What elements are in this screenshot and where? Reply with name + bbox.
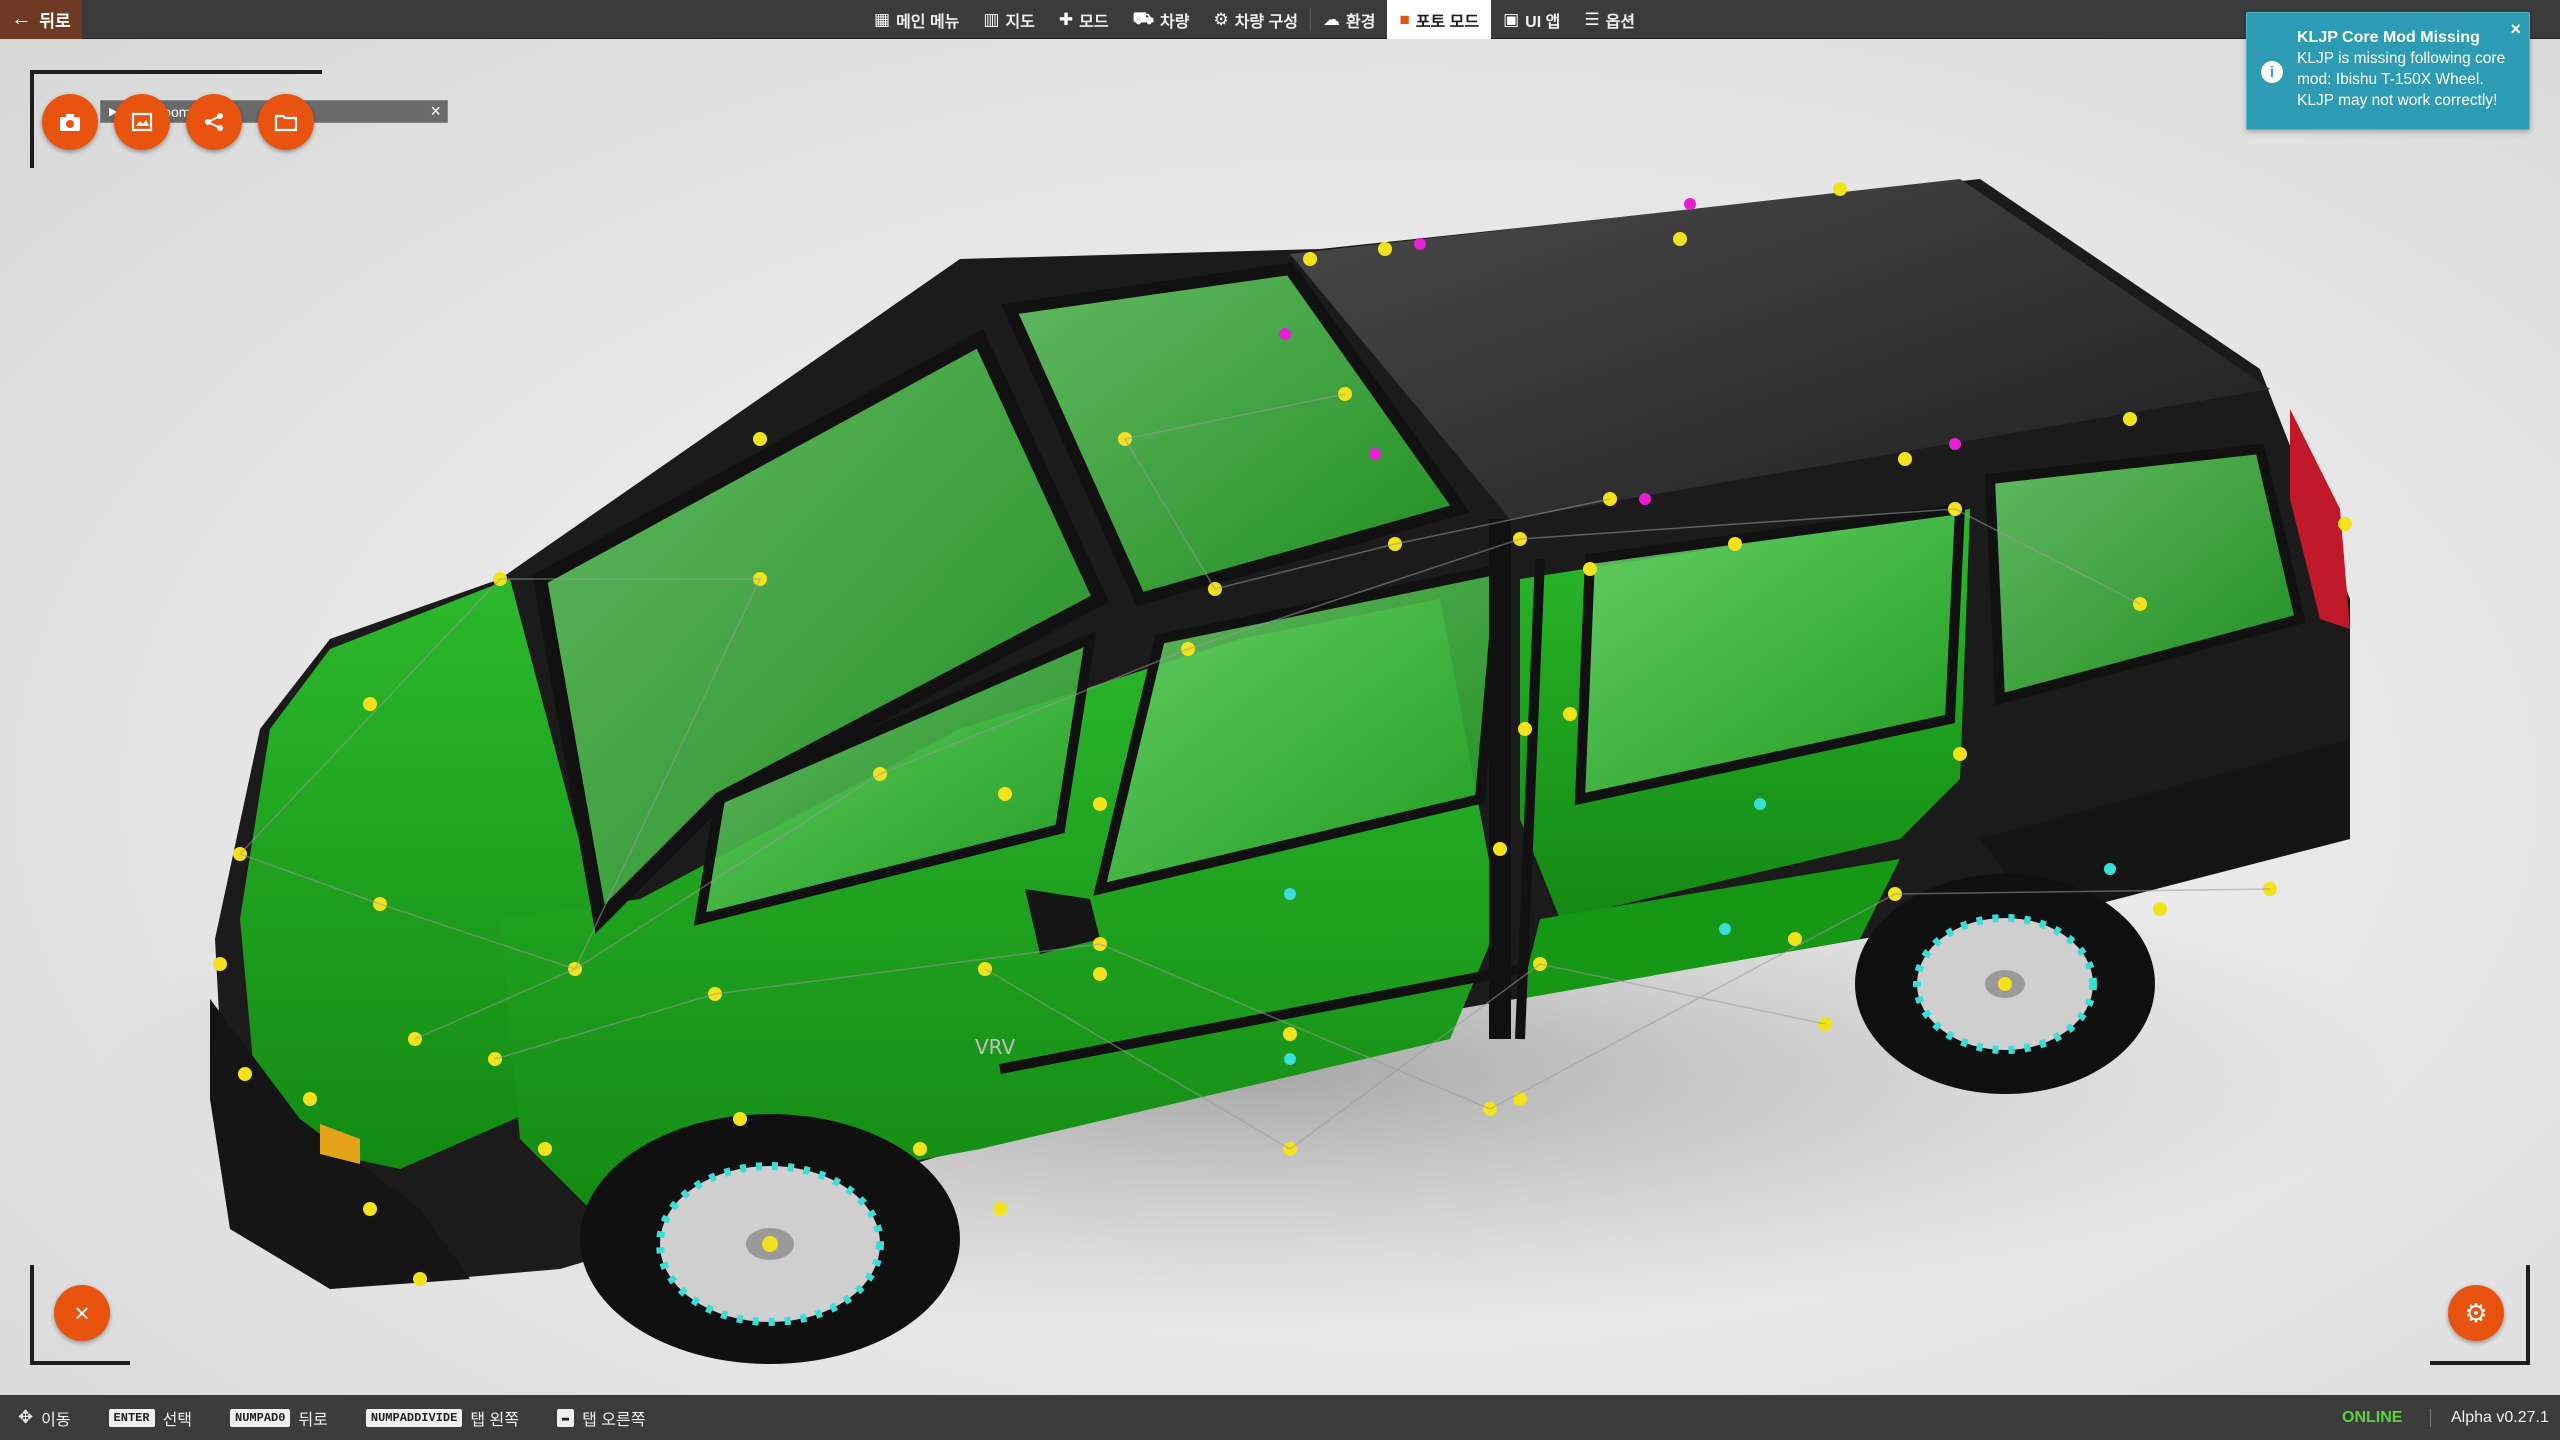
menu-item-main-menu[interactable]: ▦ 메인 메뉴 <box>862 0 971 39</box>
menu-item-photo-mode[interactable]: ■ 포토 모드 <box>1387 0 1492 39</box>
mod-warning-notification[interactable]: i × KLJP Core Mod Missing KLJP is missin… <box>2246 12 2530 130</box>
menu-item-vehicle-config[interactable]: ⚙ 차량 구성 <box>1201 0 1310 39</box>
close-icon: × <box>74 1297 90 1328</box>
close-photo-mode-button[interactable]: × <box>54 1285 110 1341</box>
gear-icon: ⚙ <box>2464 1297 2488 1328</box>
menu-item-environment[interactable]: ☁ 환경 <box>1311 0 1387 39</box>
menu-item-mods[interactable]: ✚ 모드 <box>1047 0 1121 39</box>
screenshot-button[interactable] <box>114 94 170 150</box>
menu-item-vehicles[interactable]: ⛟ 차량 <box>1121 0 1202 39</box>
hint-move: ✥ 이동 <box>18 1406 71 1430</box>
photo-mode-viewport[interactable]: VRV <box>0 39 2560 1395</box>
ui-apps-icon: ▣ <box>1503 9 1520 29</box>
vehicle-badge: VRV <box>975 1035 1015 1059</box>
menu-label: 지도 <box>1005 13 1035 31</box>
bottom-hint-bar: ✥ 이동 ENTER 선택 NUMPAD0 뒤로 NUMPADDIVIDE 탭 … <box>0 1395 2560 1440</box>
top-menu-bar: ← 뒤로 ▦ 메인 메뉴 ▥ 지도 ✚ 모드 ⛟ 차량 ⚙ 차량 구성 ☁ 환경 <box>0 0 2560 39</box>
back-button[interactable]: ← 뒤로 <box>0 0 82 39</box>
hint-label: 탭 오른쪽 <box>582 1411 646 1429</box>
notification-title: KLJP Core Mod Missing <box>2297 29 2480 46</box>
share-button[interactable] <box>186 94 242 150</box>
vehicle-render: VRV <box>100 179 2400 1364</box>
hint-label: 이동 <box>41 1411 71 1429</box>
key-badge: NUMPAD0 <box>230 1408 291 1427</box>
menu-label: 옵션 <box>1605 13 1636 31</box>
arrow-left-icon: ← <box>11 8 32 30</box>
menu-label: 차량 <box>1160 13 1190 31</box>
car-config-icon: ⚙ <box>1213 9 1229 29</box>
rear-wheel <box>1855 874 2155 1094</box>
back-label: 뒤로 <box>39 12 71 31</box>
hint-back: NUMPAD0 뒤로 <box>230 1406 328 1430</box>
camera-icon <box>60 114 80 131</box>
car-icon: ⛟ <box>1132 8 1154 28</box>
folder-icon <box>274 114 298 132</box>
menu-label: UI 앱 <box>1525 13 1561 31</box>
grid-icon: ▦ <box>874 9 891 29</box>
hint-label: 선택 <box>162 1411 193 1429</box>
sliders-icon: ☰ <box>1584 9 1600 29</box>
screenshot-icon <box>131 112 153 132</box>
menu-label: 모드 <box>1079 13 1109 31</box>
open-folder-button[interactable] <box>258 94 314 150</box>
hint-select: ENTER 선택 <box>108 1406 193 1430</box>
puzzle-icon: ✚ <box>1058 9 1074 29</box>
camera-icon: ■ <box>1399 9 1410 29</box>
menu-item-ui-apps[interactable]: ▣ UI 앱 <box>1491 0 1572 39</box>
info-icon: i <box>2261 61 2283 83</box>
key-badge: NUMPADDIVIDE <box>365 1408 463 1427</box>
keyboard-icon: ▬ <box>556 1408 575 1427</box>
notification-message: KLJP is missing following core mod: Ibis… <box>2297 50 2506 109</box>
menu-label: 환경 <box>1346 13 1376 31</box>
map-icon: ▥ <box>983 9 1000 29</box>
menu-item-options[interactable]: ☰ 옵션 <box>1572 0 1647 39</box>
menu-label: 메인 메뉴 <box>896 13 960 31</box>
version-label: Alpha v0.27.1 <box>2430 1408 2549 1427</box>
main-menu: ▦ 메인 메뉴 ▥ 지도 ✚ 모드 ⛟ 차량 ⚙ 차량 구성 ☁ 환경 ■ 포토… <box>862 0 1647 39</box>
hint-label: 탭 왼쪽 <box>470 1411 519 1429</box>
front-wheel <box>580 1114 960 1364</box>
hint-tab-left: NUMPADDIVIDE 탭 왼쪽 <box>365 1406 519 1430</box>
photo-settings-button[interactable]: ⚙ <box>2448 1285 2504 1341</box>
take-photo-button[interactable] <box>42 94 98 150</box>
key-badge: ENTER <box>108 1408 155 1427</box>
notification-close-button[interactable]: × <box>2510 19 2521 40</box>
share-icon <box>205 113 223 131</box>
hint-tab-right: ▬ 탭 오른쪽 <box>556 1406 646 1430</box>
menu-label: 차량 구성 <box>1234 13 1299 31</box>
menu-item-map[interactable]: ▥ 지도 <box>971 0 1047 39</box>
showroom-close-button[interactable]: × <box>430 101 441 122</box>
online-status: ONLINE <box>2342 1408 2403 1426</box>
move-icon: ✥ <box>18 1407 34 1427</box>
hint-label: 뒤로 <box>298 1411 328 1429</box>
menu-label: 포토 모드 <box>1415 13 1480 31</box>
weather-icon: ☁ <box>1323 9 1341 29</box>
